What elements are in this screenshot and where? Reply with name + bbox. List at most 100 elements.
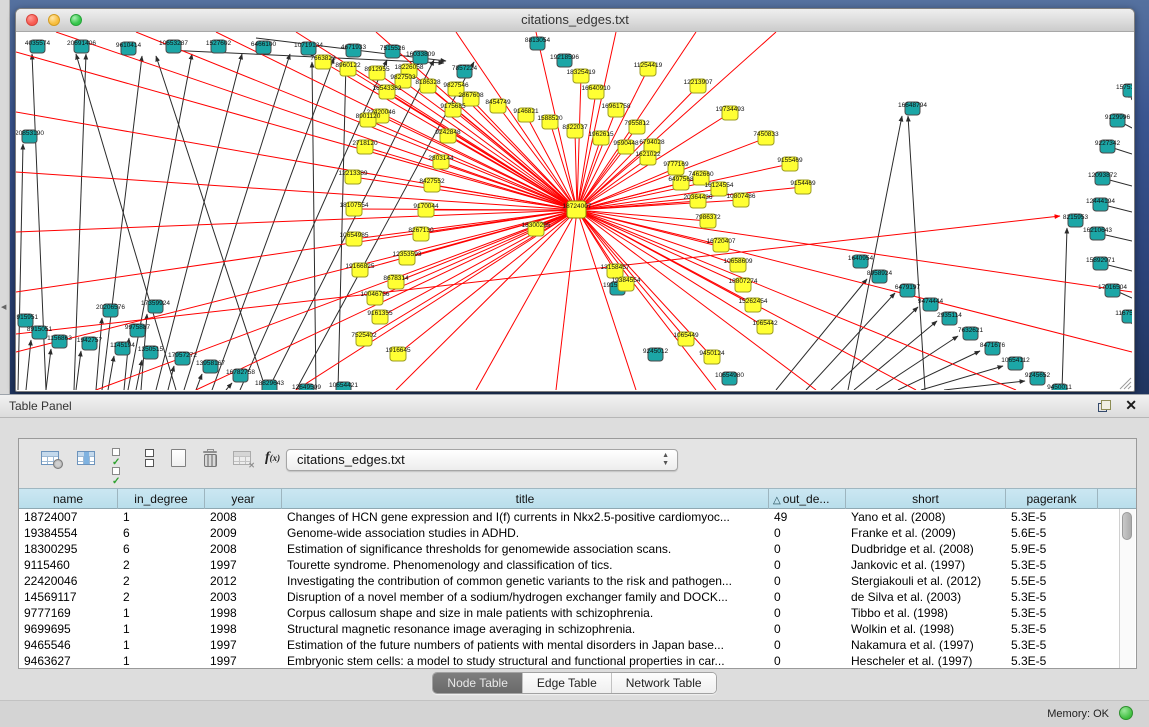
table-cell[interactable]: 9463627 [19,653,118,668]
window-titlebar[interactable]: citations_edges.txt [16,9,1134,32]
table-cell[interactable]: 1998 [205,605,282,621]
table-cell[interactable]: Yano et al. (2008) [846,509,1006,525]
table-cell[interactable]: 1 [118,637,205,653]
resize-grip-icon[interactable] [1120,378,1131,389]
table-cell[interactable]: 5.9E-5 [1006,541,1098,557]
table-cell[interactable]: 5.3E-5 [1006,637,1098,653]
table-cell[interactable]: 0 [769,557,846,573]
table-cell[interactable]: 5.5E-5 [1006,573,1098,589]
table-cell[interactable]: 0 [769,589,846,605]
table-cell[interactable]: 2009 [205,525,282,541]
table-cell[interactable]: 0 [769,573,846,589]
column-header-indegree[interactable]: in_degree [118,489,205,510]
table-cell[interactable]: 14569117 [19,589,118,605]
table-cell[interactable]: Estimation of the future numbers of pati… [282,637,769,653]
vertical-scrollbar[interactable] [1119,509,1135,668]
table-row[interactable]: 1938455462009Genome-wide association stu… [19,525,1118,541]
table-cell[interactable]: 2012 [205,573,282,589]
column-header-short[interactable]: short [846,489,1006,510]
table-cell[interactable]: Stergiakouli et al. (2012) [846,573,1006,589]
table-cell[interactable]: 1998 [205,621,282,637]
column-header-name[interactable]: name [19,489,118,510]
table-cell[interactable]: Nakamura et al. (1997) [846,637,1006,653]
table-cell[interactable]: 0 [769,541,846,557]
table-cell[interactable]: 5.3E-5 [1006,509,1098,525]
table-cell[interactable]: 0 [769,525,846,541]
table-cell[interactable]: 1997 [205,557,282,573]
table-row[interactable]: 1830029562008Estimation of significance … [19,541,1118,557]
table-cell[interactable]: 1 [118,653,205,668]
table-cell[interactable]: 6 [118,541,205,557]
scrollbar-thumb[interactable] [1122,512,1132,540]
column-header-year[interactable]: year [205,489,282,510]
select-columns-button[interactable]: ✓✓ [112,448,128,466]
tab-network-table[interactable]: Network Table [612,673,716,693]
table-cell[interactable]: Dudbridge et al. (2008) [846,541,1006,557]
table-cell[interactable]: 9115460 [19,557,118,573]
table-row[interactable]: 946554611997Estimation of the future num… [19,637,1118,653]
table-cell[interactable]: 5.3E-5 [1006,653,1098,668]
table-settings-button[interactable] [41,451,59,465]
table-cell[interactable]: 1997 [205,637,282,653]
table-cell[interactable]: 2 [118,573,205,589]
table-row[interactable]: 977716911998Corpus callosum shape and si… [19,605,1118,621]
table-cell[interactable]: 2 [118,589,205,605]
table-cell[interactable]: 18724007 [19,509,118,525]
table-cell[interactable]: 22420046 [19,573,118,589]
table-cell[interactable]: Corpus callosum shape and size in male p… [282,605,769,621]
table-row[interactable]: 911546021997Tourette syndrome. Phenomeno… [19,557,1118,573]
table-cell[interactable]: Estimation of significance thresholds fo… [282,541,769,557]
tab-node-table[interactable]: Node Table [433,673,523,693]
column-header-outde[interactable]: △out_de... [769,489,846,510]
table-cell[interactable]: Genome-wide association studies in ADHD. [282,525,769,541]
table-cell[interactable]: Franke et al. (2009) [846,525,1006,541]
table-cell[interactable]: 1 [118,605,205,621]
table-cell[interactable]: 5.3E-5 [1006,589,1098,605]
tab-edge-table[interactable]: Edge Table [523,673,612,693]
table-cell[interactable]: 1997 [205,653,282,668]
delete-table-button[interactable] [203,449,217,465]
table-cell[interactable]: 9777169 [19,605,118,621]
column-header-title[interactable]: title [282,489,769,510]
memory-status-icon[interactable] [1119,706,1133,720]
table-cell[interactable]: 9465546 [19,637,118,653]
table-cell[interactable]: Jankovic et al. (1997) [846,557,1006,573]
table-cell[interactable]: Hescheler et al. (1997) [846,653,1006,668]
table-row[interactable]: 946362711997Embryonic stem cells: a mode… [19,653,1118,668]
table-cell[interactable]: 5.6E-5 [1006,525,1098,541]
table-cell[interactable]: 18300295 [19,541,118,557]
table-cell[interactable]: Tourette syndrome. Phenomenology and cla… [282,557,769,573]
table-cell[interactable]: 2 [118,557,205,573]
table-cell[interactable]: 5.3E-5 [1006,605,1098,621]
table-cell[interactable]: 1 [118,621,205,637]
table-cell[interactable]: Investigating the contribution of common… [282,573,769,589]
table-row[interactable]: 969969511998Structural magnetic resonanc… [19,621,1118,637]
table-cell[interactable]: 0 [769,653,846,668]
table-cell[interactable]: Structural magnetic resonance image aver… [282,621,769,637]
table-row[interactable]: 1456911722003Disruption of a novel membe… [19,589,1118,605]
function-builder-button[interactable]: f(x) [265,448,280,466]
collapsed-side-panel[interactable]: ◀ [0,0,10,394]
show-columns-button[interactable] [77,451,95,465]
table-cell[interactable]: 0 [769,637,846,653]
table-cell[interactable]: 49 [769,509,846,525]
table-cell[interactable]: Tibbo et al. (1998) [846,605,1006,621]
table-cell[interactable]: 2008 [205,509,282,525]
table-row[interactable]: 1872400712008Changes of HCN gene express… [19,509,1118,525]
table-cell[interactable]: Changes of HCN gene expression and I(f) … [282,509,769,525]
network-canvas[interactable]: 4035574206914069610414106532871527602646… [16,32,1132,390]
table-cell[interactable]: 2008 [205,541,282,557]
table-row[interactable]: 2242004622012Investigating the contribut… [19,573,1118,589]
table-cell[interactable]: Embryonic stem cells: a model to study s… [282,653,769,668]
row-height-button[interactable] [145,449,153,465]
table-cell[interactable]: de Silva et al. (2003) [846,589,1006,605]
table-cell[interactable]: 2003 [205,589,282,605]
float-panel-icon[interactable] [1098,400,1111,412]
table-cell[interactable]: 5.3E-5 [1006,621,1098,637]
collapse-arrow-icon[interactable]: ◀ [1,303,6,311]
table-cell[interactable]: 0 [769,605,846,621]
table-cell[interactable]: 5.3E-5 [1006,557,1098,573]
close-panel-icon[interactable]: ✕ [1125,397,1137,414]
import-table-button[interactable]: ✕ [233,451,251,465]
column-header-pagerank[interactable]: pagerank [1006,489,1098,510]
